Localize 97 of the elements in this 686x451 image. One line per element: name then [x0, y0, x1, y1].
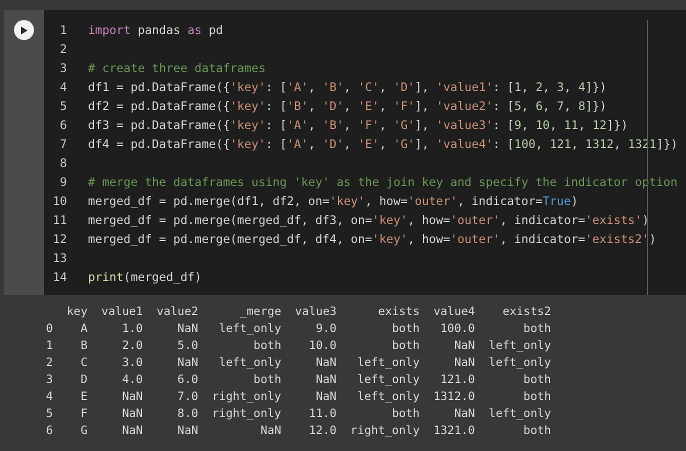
table-cell-text: 6.0: [176, 371, 198, 388]
table-cell: right_only: [212, 388, 282, 405]
line-number: 5: [58, 98, 67, 112]
row-index: 3: [46, 371, 53, 388]
table-cell-text: 12.0: [308, 422, 337, 439]
row-index: 6: [46, 422, 53, 439]
line-number: 4: [58, 80, 67, 94]
line-number: 2: [58, 42, 67, 56]
table-cell: left_only: [488, 354, 552, 371]
code-line: import pandas as pd: [88, 22, 223, 36]
table-cell-text: 7.0: [176, 388, 198, 405]
code-line: # create three dataframes: [88, 60, 266, 74]
table-cell-text: NaN: [176, 422, 198, 439]
line-number: 1: [58, 22, 67, 36]
row-index: 5: [46, 405, 53, 422]
table-cell: left_only: [488, 337, 552, 354]
table-cell-text: NaN: [314, 388, 337, 405]
line-number: 13: [52, 250, 67, 264]
table-cell-text: both: [522, 371, 552, 388]
table-cell-text: both: [522, 320, 552, 337]
column-header: _merge: [238, 303, 282, 320]
table-cell-text: left_only: [218, 320, 282, 337]
table-cell-text: NaN: [453, 354, 475, 371]
code-line: merged_df = pd.merge(df1, df2, on='key', how='outer', indicator=True): [88, 194, 578, 208]
code-line: df1 = pd.DataFrame({'key': ['A', 'B', 'C', 'D'], 'value1': [1, 2, 3, 4]}): [88, 80, 607, 94]
table-cell-text: B: [80, 337, 88, 354]
table-cell-text: NaN: [121, 388, 143, 405]
table-cell-text: D: [80, 371, 88, 388]
line-number: 14: [52, 270, 67, 284]
row-index: 2: [46, 354, 53, 371]
table-cell-text: left_only: [356, 388, 420, 405]
table-cell-text: NaN: [453, 405, 475, 422]
line-number: 10: [52, 194, 67, 208]
table-cell: 1321.0: [433, 422, 475, 439]
table-cell-text: both: [252, 337, 282, 354]
table-cell: right_only: [212, 405, 282, 422]
table-cell-text: 4.0: [121, 371, 143, 388]
column-header: value1: [101, 303, 143, 320]
table-cell-text: NaN: [121, 422, 143, 439]
table-cell-text: NaN: [121, 405, 143, 422]
line-number: 11: [52, 212, 67, 226]
code-line: df2 = pd.DataFrame({'key': ['B', 'D', 'E', 'F'], 'value2': [5, 6, 7, 8]}): [88, 98, 607, 112]
table-cell: right_only: [350, 422, 420, 439]
code-line: merged_df = pd.merge(merged_df, df4, on='key', how='outer', indicator='exists2'): [88, 232, 656, 246]
table-cell-text: C: [80, 354, 88, 371]
table-cell: left_only: [488, 405, 552, 422]
table-cell-text: 10.0: [308, 337, 337, 354]
table-cell-text: both: [390, 405, 420, 422]
table-cell-text: NaN: [314, 354, 337, 371]
table-cell-text: G: [80, 422, 88, 439]
column-header: value2: [156, 303, 198, 320]
table-cell-text: A: [80, 320, 88, 337]
code-line: # merge the dataframes using 'key' as the join key and specify the indicator option: [88, 174, 678, 188]
column-header: exists2: [502, 303, 552, 320]
column-header: value4: [433, 303, 475, 320]
line-number: 9: [58, 174, 67, 188]
row-index: 0: [46, 320, 53, 337]
line-number: 7: [58, 136, 67, 150]
table-cell-text: left_only: [356, 371, 420, 388]
table-cell-text: both: [522, 422, 552, 439]
table-cell-text: 1.0: [121, 320, 143, 337]
table-cell-text: left_only: [356, 354, 420, 371]
play-icon: [20, 26, 28, 34]
table-cell-text: 11.0: [308, 405, 337, 422]
line-number: 3: [58, 60, 67, 74]
table-cell-text: NaN: [176, 354, 198, 371]
column-header: exists: [377, 303, 420, 320]
column-header: key: [66, 303, 88, 320]
table-cell-text: F: [80, 405, 88, 422]
table-cell-text: both: [390, 337, 420, 354]
table-cell-text: NaN: [314, 371, 337, 388]
line-number: 6: [58, 118, 67, 132]
line-number: 12: [52, 232, 67, 246]
code-line: print(merged_df): [88, 270, 202, 284]
table-cell-text: NaN: [259, 422, 282, 439]
table-cell-text: 3.0: [121, 354, 143, 371]
column-header: value3: [295, 303, 337, 320]
line-number: 8: [58, 156, 67, 170]
table-cell-text: NaN: [453, 337, 475, 354]
table-cell-text: 5.0: [176, 337, 198, 354]
table-cell-text: 100.0: [439, 320, 475, 337]
table-cell-text: left_only: [218, 354, 282, 371]
table-cell-text: both: [390, 320, 420, 337]
code-line: merged_df = pd.merge(merged_df, df3, on='key', how='outer', indicator='exists'): [88, 212, 650, 226]
table-cell-text: NaN: [176, 320, 198, 337]
row-index: 1: [46, 337, 53, 354]
table-cell-text: 8.0: [176, 405, 198, 422]
table-cell-text: both: [252, 371, 282, 388]
row-index: 4: [46, 388, 53, 405]
table-cell-text: both: [522, 388, 552, 405]
table-cell-text: 9.0: [314, 320, 337, 337]
code-line: df3 = pd.DataFrame({'key': ['A', 'B', 'F', 'G'], 'value3': [9, 10, 11, 12]}): [88, 118, 628, 132]
table-cell-text: 121.0: [439, 371, 475, 388]
run-button[interactable]: [14, 20, 34, 40]
table-cell-text: 2.0: [121, 337, 143, 354]
table-cell: 1312.0: [433, 388, 475, 405]
table-cell-text: E: [80, 388, 88, 405]
